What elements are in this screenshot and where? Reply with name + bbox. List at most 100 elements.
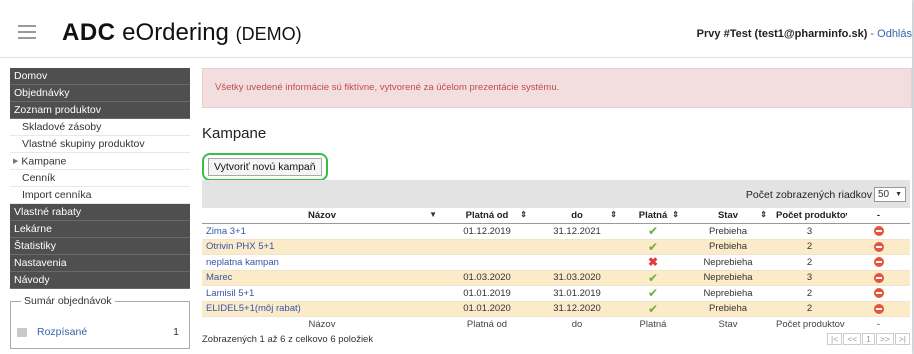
campaign-table-panel: Počet zobrazených riadkov 50 ▼ Názov ▼ Pl… [202,180,910,346]
new-campaign-highlight: Vytvoriť novú kampaň [202,153,328,181]
rows-per-page-value: 50 [878,189,890,200]
campaign-name-link[interactable]: Otrivin PHX 5+1 [202,239,442,255]
sidebar-item-label: Objednávky [14,87,70,99]
campaign-from: 01.03.2020 [442,270,532,286]
table-row[interactable]: Lamisil 5+1 01.01.2019 31.01.2019 ✔ Neprebie… [202,285,910,302]
sidebar-item-zoznam-produktov[interactable]: Zoznam produktov [10,102,190,119]
col-header-status[interactable]: Stav ⇕ [684,208,772,224]
delete-icon[interactable] [873,257,884,268]
campaign-valid: ✖ [622,254,684,271]
sidebar-item-skladove-zasoby[interactable]: Skladové zásoby [10,119,190,136]
sidebar-item-label: Vlastné skupiny produktov [22,138,145,150]
delete-icon[interactable] [873,226,884,237]
sidebar-item-cennik[interactable]: Cenník [10,170,190,187]
check-icon: ✔ [647,301,659,316]
pagination-info: Zobrazených 1 až 6 z celkovo 6 položiek [202,334,374,345]
pager-button[interactable]: |< [827,333,843,345]
table-row[interactable]: Otrivin PHX 5+1 ✔ Prebieha 2 [202,239,910,255]
logo-eordering: eOrdering [122,19,229,46]
footer-col-status: Stav [684,316,772,332]
sidebar-item-lekarne[interactable]: Lekárne [10,221,190,238]
footer-col-name: Názov [202,316,442,332]
campaign-name-link[interactable]: Marec [202,270,442,286]
pager-button[interactable]: << [843,333,862,345]
page-title: Kampane [202,125,267,142]
campaign-name-link[interactable]: Lamisil 5+1 [202,285,442,302]
campaign-to [532,254,622,271]
delete-icon[interactable] [873,303,884,314]
sidebar-item-label: Cenník [22,172,56,184]
summary-title: Sumár objednávok [21,295,115,307]
sidebar-item-vlastne-rabaty[interactable]: Vlastné rabaty [10,204,190,221]
pager-button[interactable]: 1 [862,333,875,345]
rows-per-page-label: Počet zobrazených riadkov [745,189,872,201]
footer-col-count: Počet produktov [772,316,847,332]
footer-col-to: do [532,316,622,332]
pager-button[interactable]: >| [894,333,910,345]
table-row[interactable]: Zima 3+1 01.12.2019 31.12.2021 ✔ Prebieha 3 [202,223,910,240]
cross-icon: ✖ [647,255,659,270]
table-row[interactable]: Marec 01.03.2020 31.03.2020 ✔ Neprebieha 3 [202,270,910,286]
campaign-status: Prebieha [684,223,772,240]
logo-adc: ADC [62,19,116,46]
col-header-count[interactable]: Počet produktov [772,208,847,224]
delete-icon[interactable] [873,241,884,252]
campaign-to: 31.01.2019 [532,285,622,302]
sidebar-item-nastavenia[interactable]: Nastavenia [10,255,190,272]
col-header-actions: - [847,208,910,224]
sidebar-item-statistiky[interactable]: Štatistiky [10,238,190,255]
campaign-actions [847,254,910,271]
campaign-status: Prebieha [684,301,772,317]
sidebar-item-label: Štatistiky [14,240,57,252]
pager-button[interactable]: >> [875,333,894,345]
sidebar: Domov Objednávky Zoznam produktov Skladové … [10,68,190,349]
sidebar-item-label: Nastavenia [14,257,67,269]
col-header-name[interactable]: Názov ▼ [202,208,442,224]
table-footer: Zobrazených 1 až 6 z celkovo 6 položiek … [202,332,910,346]
sidebar-item-label: Zoznam produktov [14,104,101,116]
campaign-from [442,254,532,271]
campaign-name-link[interactable]: Zima 3+1 [202,223,442,240]
campaign-from: 01.12.2019 [442,223,532,240]
campaign-name-link[interactable]: neplatna kampan [202,254,442,271]
sidebar-item-navody[interactable]: Návody [10,272,190,289]
hamburger-icon[interactable] [18,25,36,43]
app-logo[interactable]: ADC eOrdering (DEMO) [62,19,302,47]
summary-row-drafts[interactable]: Rozpísané [17,326,87,338]
user-name: Prvy #Test (test1@pharminfo.sk) [696,28,868,40]
caret-right-icon: ▶ [13,158,19,165]
campaign-status: Prebieha [684,239,772,255]
table-footer-row: Názov Platná od do Platná Stav Počet pro… [202,316,910,332]
col-header-from[interactable]: Platná od ⇕ [442,208,532,224]
delete-icon[interactable] [873,288,884,299]
sort-icon: ⇕ [520,210,527,219]
col-header-valid[interactable]: Platná ⇕ [622,208,684,224]
sidebar-item-import-cennika[interactable]: Import cenníka [10,187,190,204]
campaign-name-link[interactable]: ELIDEL5+1(môj rabat) [202,301,442,317]
sidebar-item-vlastne-skupiny-produktov[interactable]: Vlastné skupiny produktov [10,136,190,153]
chevron-down-icon: ▼ [895,191,902,198]
campaign-product-count: 3 [772,223,847,240]
app-window: ADC eOrdering (DEMO) Prvy #Test (test1@p… [0,0,912,354]
sidebar-item-kampane[interactable]: ▶ Kampane [10,153,190,170]
sort-icon: ⇕ [760,210,767,219]
delete-icon[interactable] [873,272,884,283]
user-info: Prvy #Test (test1@pharminfo.sk) - Odhlás [697,28,912,40]
sidebar-item-objednavky[interactable]: Objednávky [10,85,190,102]
campaign-valid: ✔ [622,223,684,240]
campaign-from: 01.01.2020 [442,301,532,317]
logout-link[interactable]: Odhlás [877,28,912,40]
main-content: Všetky uvedené informácie sú fiktívne, v… [202,68,912,345]
sidebar-item-label: Návody [14,274,50,286]
campaign-actions [847,239,910,255]
campaign-to: 31.12.2020 [532,301,622,317]
sidebar-item-domov[interactable]: Domov [10,68,190,85]
table-row[interactable]: ELIDEL5+1(môj rabat) 01.01.2020 31.12.2020… [202,301,910,317]
top-header: ADC eOrdering (DEMO) Prvy #Test (test1@p… [0,0,912,58]
footer-col-from: Platná od [442,316,532,332]
rows-per-page-select[interactable]: 50 ▼ [874,187,906,202]
campaign-to [532,239,622,255]
table-row[interactable]: neplatna kampan ✖ Neprebieha 2 [202,254,910,271]
new-campaign-button[interactable]: Vytvoriť novú kampaň [208,158,322,176]
col-header-to[interactable]: do ⇕ [532,208,622,224]
